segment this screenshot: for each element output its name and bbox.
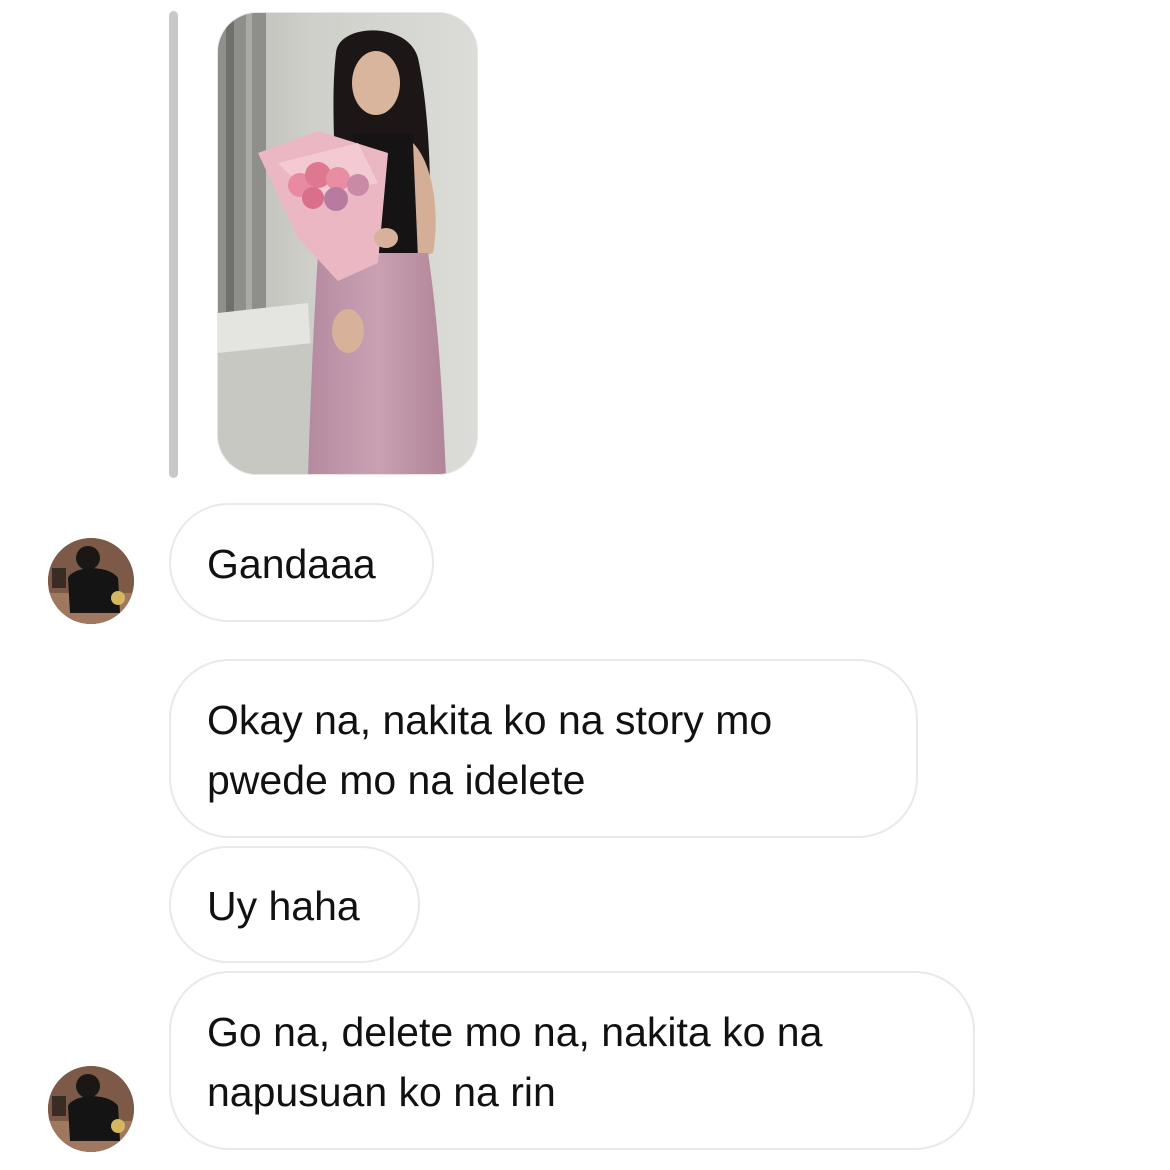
message-text: Go na, delete mo na, nakita ko na (207, 1009, 823, 1055)
story-reply-indicator-bar (169, 11, 178, 478)
message-bubble[interactable]: Go na, delete mo na, nakita ko na napusu… (169, 971, 975, 1150)
sender-avatar[interactable] (48, 538, 134, 624)
message-text: Gandaaa (207, 541, 376, 587)
profile-photo-icon (48, 1066, 134, 1152)
profile-photo-icon (48, 538, 134, 624)
message-bubble[interactable]: Okay na, nakita ko na story mo pwede mo … (169, 659, 918, 838)
message-text: pwede mo na idelete (207, 757, 586, 803)
story-reply-thumbnail[interactable] (217, 12, 478, 475)
message-text: napusuan ko na rin (207, 1069, 556, 1115)
message-text: Okay na, nakita ko na story mo (207, 697, 773, 743)
message-bubble[interactable]: Uy haha (169, 846, 420, 963)
story-photo-image (218, 13, 477, 474)
message-bubble[interactable]: Gandaaa (169, 503, 434, 622)
sender-avatar[interactable] (48, 1066, 134, 1152)
message-text: Uy haha (207, 883, 360, 929)
